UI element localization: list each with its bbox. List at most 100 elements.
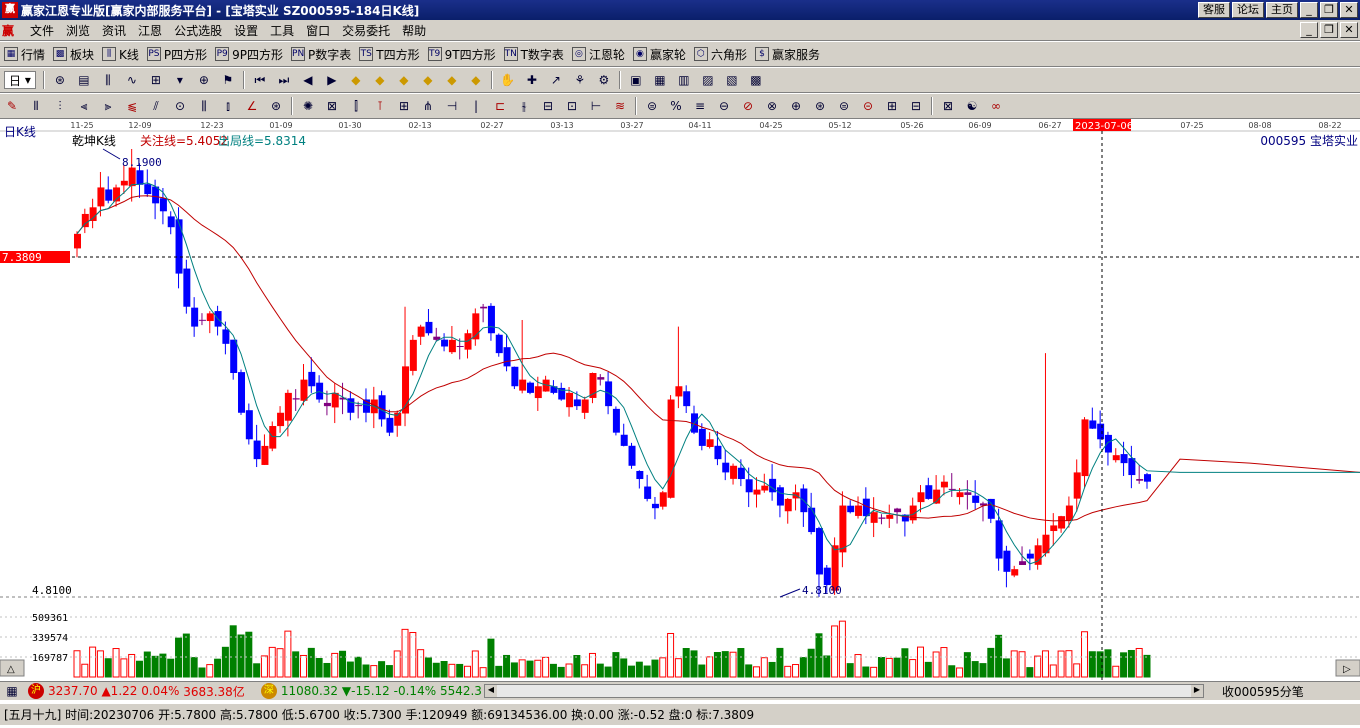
- save-icon[interactable]: ▨: [698, 71, 718, 89]
- period-select[interactable]: 日 ▾: [4, 71, 36, 89]
- kline-chart[interactable]: 11-25 12-09 12-23 01-09 01-30 02-13 02-27 03-13…: [0, 119, 1360, 680]
- menu-formula[interactable]: 公式选股: [168, 22, 228, 39]
- tline-tool-icon[interactable]: ⊺: [370, 97, 390, 115]
- grid2-tool-icon[interactable]: ⫷: [74, 97, 94, 115]
- chart-icon[interactable]: ⫼: [98, 71, 118, 89]
- toolbar-dollar-button[interactable]: $ 赢家服务: [754, 46, 820, 63]
- toolbar-pn-button[interactable]: PN P数字表: [291, 46, 351, 63]
- rect-tool-icon[interactable]: ⊏: [490, 97, 510, 115]
- scroll-right-icon[interactable]: ▶: [1190, 685, 1203, 697]
- slash-tool-icon[interactable]: ⊘: [738, 97, 758, 115]
- frame2-tool-icon[interactable]: ⊡: [562, 97, 582, 115]
- first-icon[interactable]: ⏮: [250, 71, 270, 89]
- grid4-tool-icon[interactable]: ⫹: [122, 97, 142, 115]
- homepage-button[interactable]: 主页: [1266, 2, 1298, 18]
- circle-tool-icon[interactable]: ⊙: [170, 97, 190, 115]
- burst-tool-icon[interactable]: ✺: [298, 97, 318, 115]
- toolbar-hexagon-button[interactable]: ⬡ 六角形: [693, 46, 747, 63]
- fan-tool-icon[interactable]: ⫽: [146, 97, 166, 115]
- table-view-icon[interactable]: ▦: [2, 683, 22, 699]
- toolbar-grid-button[interactable]: ▦ 行情: [4, 46, 45, 63]
- box4-tool-icon[interactable]: ⊠: [938, 97, 958, 115]
- calendar-icon[interactable]: ▣: [626, 71, 646, 89]
- kline-chart-area[interactable]: 11-25 12-09 12-23 01-09 01-30 02-13 02-27 03-13…: [0, 119, 1360, 680]
- scroll-left-icon[interactable]: ◀: [484, 685, 497, 697]
- menu-help[interactable]: 帮助: [396, 22, 432, 39]
- forum-button[interactable]: 论坛: [1232, 2, 1264, 18]
- toolbar-wheel-button[interactable]: ◎ 江恩轮: [571, 46, 625, 63]
- fork-tool-icon[interactable]: ⋔: [418, 97, 438, 115]
- parallel-tool-icon[interactable]: ⫳: [514, 97, 534, 115]
- toolbar-ts-button[interactable]: TS T四方形: [359, 46, 420, 63]
- table-icon[interactable]: ▦: [650, 71, 670, 89]
- flag-icon[interactable]: ⚑: [218, 71, 238, 89]
- menu-file[interactable]: 文件: [24, 22, 60, 39]
- gear-icon[interactable]: ⚙: [594, 71, 614, 89]
- frame-tool-icon[interactable]: ⊟: [538, 97, 558, 115]
- menu-window[interactable]: 窗口: [300, 22, 336, 39]
- star-tool-icon[interactable]: ⊛: [266, 97, 286, 115]
- toolbar-ps-button[interactable]: PS P四方形: [146, 46, 207, 63]
- indicator-icon[interactable]: ⊕: [194, 71, 214, 89]
- wave-tool-icon[interactable]: ≋: [610, 97, 630, 115]
- lines-tool-icon[interactable]: ≡: [690, 97, 710, 115]
- bars-tool-icon[interactable]: ⫼: [194, 97, 214, 115]
- line-icon[interactable]: ∿: [122, 71, 142, 89]
- candle-icon[interactable]: ⊞: [146, 71, 166, 89]
- yinyang-tool-icon[interactable]: ☯: [962, 97, 982, 115]
- close-icon[interactable]: ✕: [1340, 2, 1358, 18]
- trend-icon[interactable]: ↗: [546, 71, 566, 89]
- vline-tool-icon[interactable]: ⫴: [26, 97, 46, 115]
- diamond5-icon[interactable]: ◆: [442, 71, 462, 89]
- box3-tool-icon[interactable]: ⊟: [906, 97, 926, 115]
- box2-tool-icon[interactable]: ⊞: [882, 97, 902, 115]
- toolbar-blocks-button[interactable]: ▩ 板块: [53, 46, 94, 63]
- bars2-tool-icon[interactable]: ⫾: [218, 97, 238, 115]
- customer-service-button[interactable]: 客服: [1198, 2, 1230, 18]
- ticks-label[interactable]: 收000595分笔: [1222, 683, 1304, 700]
- menu-gann[interactable]: 江恩: [132, 22, 168, 39]
- pattern-icon[interactable]: ⚘: [570, 71, 590, 89]
- percent-tool-icon[interactable]: %: [666, 97, 686, 115]
- next-icon[interactable]: ▶: [322, 71, 342, 89]
- toolbar-t9-button[interactable]: T9 9T四方形: [427, 46, 496, 63]
- pencil-tool-icon[interactable]: ✎: [2, 97, 22, 115]
- menu-trade[interactable]: 交易委托: [336, 22, 396, 39]
- view-icon[interactable]: ⊛: [50, 71, 70, 89]
- plus-tool-icon[interactable]: ⊕: [786, 97, 806, 115]
- ring-tool-icon[interactable]: ⊜: [642, 97, 662, 115]
- diamond6-icon[interactable]: ◆: [466, 71, 486, 89]
- restore-icon[interactable]: ❐: [1320, 2, 1338, 18]
- minimize-icon[interactable]: _: [1300, 2, 1318, 18]
- star2-tool-icon[interactable]: ⊛: [810, 97, 830, 115]
- toolbar-p9-button[interactable]: P9 9P四方形: [215, 46, 283, 63]
- hand-icon[interactable]: ✋: [498, 71, 518, 89]
- diamond2-icon[interactable]: ◆: [370, 71, 390, 89]
- vbars-tool-icon[interactable]: ⫿: [346, 97, 366, 115]
- truck-icon[interactable]: ▩: [746, 71, 766, 89]
- toolbar-kline-button[interactable]: ⫼ K线: [102, 46, 139, 63]
- print-icon[interactable]: ▧: [722, 71, 742, 89]
- level-tool-icon[interactable]: ⊢: [586, 97, 606, 115]
- times-tool-icon[interactable]: ⊗: [762, 97, 782, 115]
- dropdown-icon[interactable]: ▾: [170, 71, 190, 89]
- child-restore-icon[interactable]: ❐: [1320, 22, 1338, 38]
- minus-tool-icon[interactable]: ⊖: [714, 97, 734, 115]
- crosshair-icon[interactable]: ✚: [522, 71, 542, 89]
- doc-icon[interactable]: ▤: [74, 71, 94, 89]
- diamond3-icon[interactable]: ◆: [394, 71, 414, 89]
- report-icon[interactable]: ▥: [674, 71, 694, 89]
- box-tool-icon[interactable]: ⊠: [322, 97, 342, 115]
- grid3-tool-icon[interactable]: ⫸: [98, 97, 118, 115]
- last-icon[interactable]: ⏭: [274, 71, 294, 89]
- toolbar-winner-wheel-button[interactable]: ◉ 赢家轮: [632, 46, 686, 63]
- angle-tool-icon[interactable]: ∠: [242, 97, 262, 115]
- diamond1-icon[interactable]: ◆: [346, 71, 366, 89]
- bar-tool-icon[interactable]: |: [466, 97, 486, 115]
- menu-info[interactable]: 资讯: [96, 22, 132, 39]
- ring3-tool-icon[interactable]: ⊝: [858, 97, 878, 115]
- child-minimize-icon[interactable]: _: [1300, 22, 1318, 38]
- infinity-tool-icon[interactable]: ∞: [986, 97, 1006, 115]
- menu-tools[interactable]: 工具: [264, 22, 300, 39]
- menu-browse[interactable]: 浏览: [60, 22, 96, 39]
